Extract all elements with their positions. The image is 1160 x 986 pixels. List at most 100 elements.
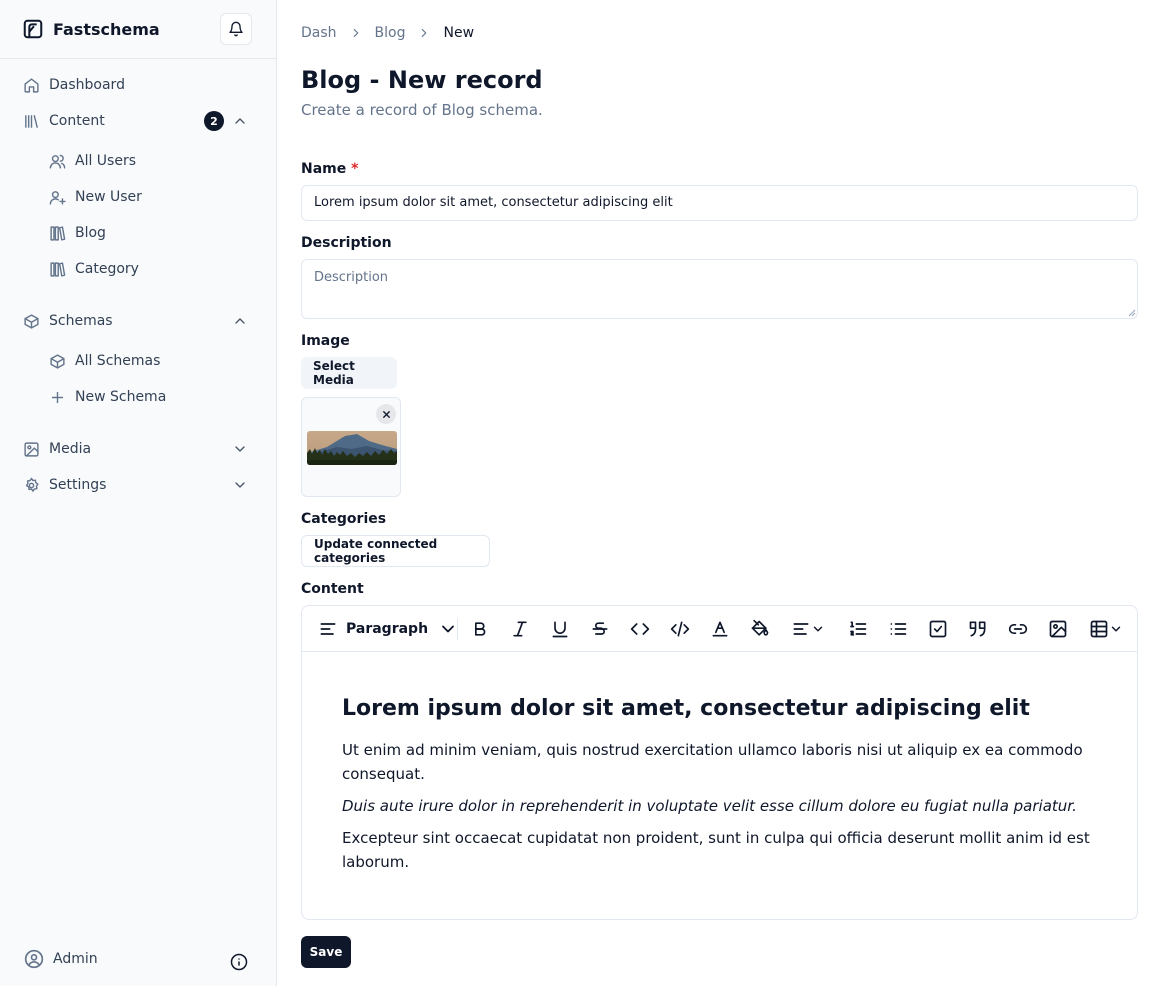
sidebar-item-content[interactable]: Content 2 xyxy=(22,107,248,135)
highlight-button[interactable] xyxy=(749,616,771,642)
sidebar-item-new-schema[interactable]: New Schema xyxy=(48,383,248,411)
chevron-up-icon[interactable] xyxy=(232,113,248,129)
user-menu[interactable]: Admin xyxy=(24,946,248,972)
library-icon xyxy=(48,224,66,242)
chevron-right-icon xyxy=(353,28,358,38)
insert-table-dropdown[interactable] xyxy=(1087,616,1125,642)
sidebar-item-new-user[interactable]: New User xyxy=(48,183,248,211)
user-circle-icon xyxy=(24,949,44,969)
link-button[interactable] xyxy=(1007,616,1029,642)
italic-button[interactable] xyxy=(509,616,531,642)
breadcrumb-dash[interactable]: Dash xyxy=(301,25,337,41)
user-plus-icon xyxy=(48,188,66,206)
inline-code-button[interactable] xyxy=(629,616,651,642)
insert-image-button[interactable] xyxy=(1047,616,1069,642)
text-color-icon xyxy=(712,621,728,637)
chevron-down-icon xyxy=(442,625,454,633)
categories-label: Categories xyxy=(301,511,387,527)
breadcrumb-blog[interactable]: Blog xyxy=(375,25,406,41)
table-icon xyxy=(1090,620,1108,638)
blockquote-button[interactable] xyxy=(967,616,989,642)
chevron-down-icon[interactable] xyxy=(232,477,248,493)
breadcrumb: Dash Blog New xyxy=(301,22,474,44)
remove-media-button[interactable] xyxy=(376,404,396,424)
content-heading: Lorem ipsum dolor sit amet, consectetur … xyxy=(342,696,1030,721)
bold-button[interactable] xyxy=(469,616,491,642)
content-paragraph: Excepteur sint occaecat cupidatat non pr… xyxy=(342,829,1090,871)
name-input[interactable]: Lorem ipsum dolor sit amet, consectetur … xyxy=(301,185,1138,221)
name-label-text: Name xyxy=(301,161,347,177)
save-button[interactable]: Save xyxy=(301,936,351,968)
chevron-down-icon xyxy=(813,626,823,632)
fastschema-logo-icon xyxy=(22,18,44,40)
selected-media-card xyxy=(301,397,401,497)
users-icon xyxy=(48,152,66,170)
sidebar-item-settings[interactable]: Settings xyxy=(22,471,248,499)
sidebar-item-blog[interactable]: Blog xyxy=(48,219,248,247)
bullet-list-icon xyxy=(890,623,907,635)
app-name: Fastschema xyxy=(53,19,160,39)
library-icon xyxy=(22,112,40,130)
content-label: Content xyxy=(301,581,364,597)
block-type-dropdown[interactable]: Paragraph xyxy=(318,616,458,642)
content-paragraph-italic: Duis aute irure dolor in reprehenderit i… xyxy=(342,797,1077,815)
home-icon xyxy=(22,76,40,94)
quote-icon xyxy=(969,621,986,637)
sidebar-item-label: Settings xyxy=(49,477,107,493)
text-align-dropdown[interactable] xyxy=(789,616,827,642)
breadcrumb-current: New xyxy=(443,25,475,41)
sidebar-item-all-schemas[interactable]: All Schemas xyxy=(48,347,248,375)
chevron-down-icon[interactable] xyxy=(232,441,248,457)
description-label: Description xyxy=(301,235,392,251)
chevron-up-icon[interactable] xyxy=(232,313,248,329)
editor-content[interactable]: Lorem ipsum dolor sit amet, consectetur … xyxy=(342,694,1097,882)
sidebar-item-dashboard[interactable]: Dashboard xyxy=(22,71,248,99)
image-icon xyxy=(1049,620,1067,638)
image-label: Image xyxy=(301,333,350,349)
bell-icon xyxy=(229,21,243,37)
chevron-right-icon xyxy=(422,28,427,38)
name-label: Name * xyxy=(301,161,358,177)
box-icon xyxy=(22,312,40,330)
main-content: Dash Blog New Blog - New record Create a… xyxy=(277,0,1160,986)
italic-icon xyxy=(513,621,527,637)
sidebar-item-label: New User xyxy=(75,189,142,205)
user-name: Admin xyxy=(53,951,98,967)
sidebar-item-schemas[interactable]: Schemas xyxy=(22,307,248,335)
task-list-button[interactable] xyxy=(927,616,949,642)
toolbar-divider xyxy=(457,618,458,640)
underline-button[interactable] xyxy=(549,616,571,642)
code-block-icon xyxy=(670,621,690,637)
info-icon[interactable] xyxy=(230,953,248,971)
select-media-button[interactable]: Select Media xyxy=(301,357,397,389)
sidebar-item-media[interactable]: Media xyxy=(22,435,248,463)
description-placeholder: Description xyxy=(314,270,389,285)
sidebar-item-label: All Users xyxy=(75,153,137,169)
strikethrough-icon xyxy=(592,622,608,635)
library-icon xyxy=(48,260,66,278)
description-textarea[interactable]: Description xyxy=(301,259,1138,319)
code-block-button[interactable] xyxy=(669,616,691,642)
link-icon xyxy=(1008,624,1028,634)
sidebar-item-all-users[interactable]: All Users xyxy=(48,147,248,175)
resize-handle-icon[interactable] xyxy=(1128,309,1136,317)
media-thumbnail[interactable] xyxy=(307,431,397,465)
notifications-button[interactable] xyxy=(220,13,252,45)
ordered-list-button[interactable] xyxy=(847,616,869,642)
chevron-down-icon xyxy=(1111,626,1121,632)
sidebar-item-category[interactable]: Category xyxy=(48,255,248,283)
strikethrough-button[interactable] xyxy=(589,616,611,642)
sidebar-item-label: Category xyxy=(75,261,139,277)
checkbox-icon xyxy=(929,620,947,638)
bullet-list-button[interactable] xyxy=(887,616,909,642)
sidebar-item-label: Content xyxy=(49,113,105,129)
image-icon xyxy=(22,440,40,458)
required-mark: * xyxy=(351,161,359,177)
page-subtitle: Create a record of Blog schema. xyxy=(301,101,543,119)
update-categories-button[interactable]: Update connected categories xyxy=(301,535,490,567)
text-color-button[interactable] xyxy=(709,616,731,642)
sidebar-item-label: All Schemas xyxy=(75,353,161,369)
bold-icon xyxy=(475,622,486,636)
sidebar-item-label: Schemas xyxy=(49,313,113,329)
rich-text-editor: Paragraph Lorem ipsum dolor sit amet, co… xyxy=(301,605,1138,920)
